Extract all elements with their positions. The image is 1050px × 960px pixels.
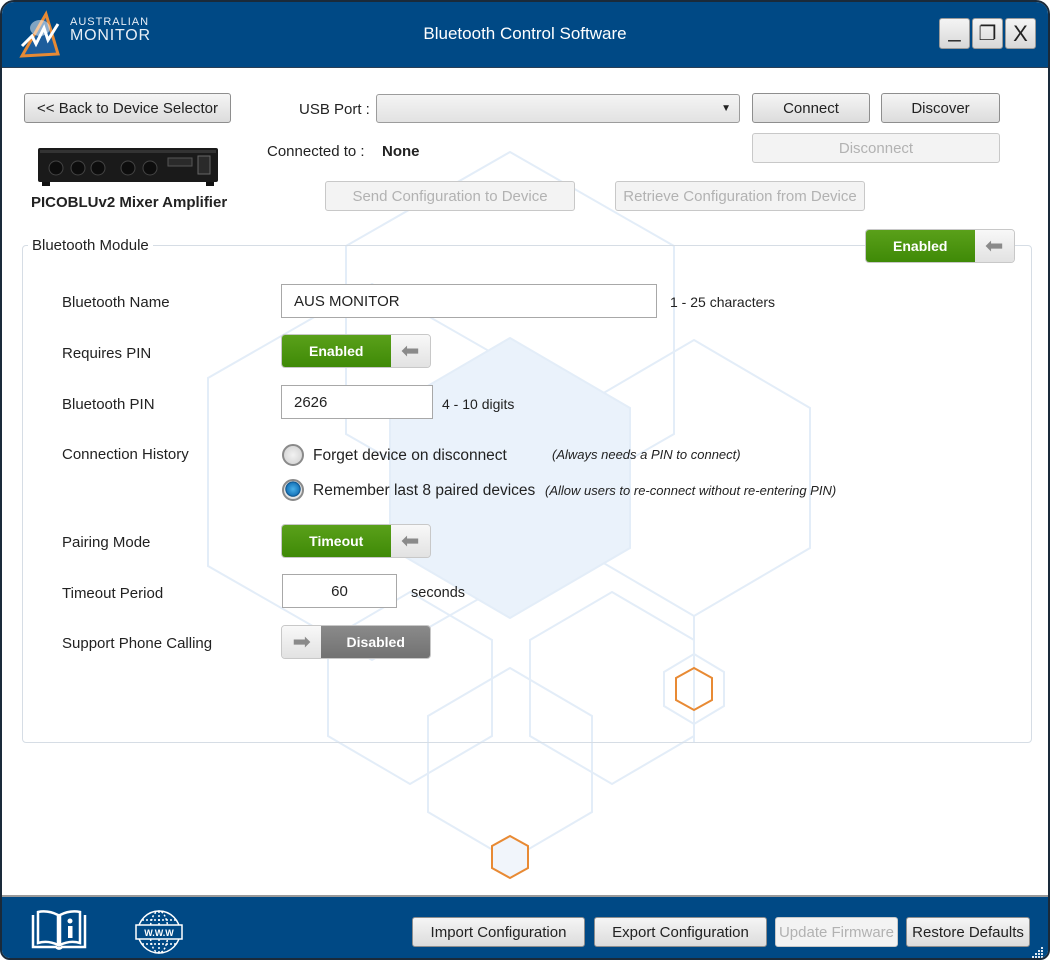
app-window: AUSTRALIAN MONITOR Bluetooth Control Sof… — [0, 0, 1050, 960]
retrieve-configuration-button[interactable]: Retrieve Configuration from Device — [615, 181, 865, 211]
arrow-left-icon: ⬅ — [390, 335, 430, 367]
connected-to-label: Connected to : — [267, 143, 365, 160]
toggle-state-label: Timeout — [282, 525, 391, 557]
phone-calling-label: Support Phone Calling — [62, 635, 213, 652]
close-button[interactable]: X — [1005, 18, 1036, 49]
title-bar: AUSTRALIAN MONITOR Bluetooth Control Sof… — [2, 2, 1048, 68]
bluetooth-module-title: Bluetooth Module — [28, 237, 153, 254]
connection-history-label: Connection History — [62, 446, 189, 463]
bluetooth-name-hint: 1 - 25 characters — [670, 294, 776, 310]
remember-devices-hint: (Allow users to re-connect without re-en… — [545, 483, 837, 498]
window-controls: _ ❐ X — [939, 16, 1036, 49]
minimize-button[interactable]: _ — [939, 16, 970, 49]
update-firmware-button[interactable]: Update Firmware — [775, 917, 898, 947]
arrow-left-icon: ⬅ — [974, 230, 1014, 262]
maximize-icon: ❐ — [978, 23, 997, 45]
connected-to-value: None — [382, 143, 420, 160]
export-configuration-button[interactable]: Export Configuration — [594, 917, 767, 947]
bluetooth-name-label: Bluetooth Name — [62, 294, 170, 311]
device-image — [38, 148, 218, 186]
bluetooth-name-input[interactable]: AUS MONITOR — [281, 284, 657, 318]
close-icon: X — [1013, 20, 1028, 46]
toggle-state-label: Enabled — [282, 335, 391, 367]
www-text: W.W.W — [144, 928, 174, 938]
bluetooth-pin-hint: 4 - 10 digits — [442, 396, 515, 412]
forget-device-radio[interactable] — [282, 444, 304, 466]
phone-calling-toggle[interactable]: ➡ Disabled — [281, 625, 431, 659]
timeout-period-input[interactable]: 60 — [282, 574, 397, 608]
restore-defaults-button[interactable]: Restore Defaults — [906, 917, 1030, 947]
toggle-state-label: Enabled — [866, 230, 975, 262]
bluetooth-pin-label: Bluetooth PIN — [62, 396, 155, 413]
footer-bar: W.W.W Import Configuration Export Config… — [2, 895, 1048, 958]
timeout-unit-label: seconds — [411, 585, 466, 601]
requires-pin-toggle[interactable]: Enabled ⬅ — [281, 334, 431, 368]
remember-devices-radio[interactable] — [282, 479, 304, 501]
usb-port-label: USB Port : — [299, 101, 370, 118]
back-to-device-selector-button[interactable]: << Back to Device Selector — [24, 93, 231, 123]
forget-device-hint: (Always needs a PIN to connect) — [552, 447, 741, 462]
resize-grip-icon[interactable] — [1032, 946, 1044, 958]
usb-port-dropdown[interactable]: ▼ — [376, 94, 740, 123]
disconnect-button[interactable]: Disconnect — [752, 133, 1000, 163]
chevron-down-icon: ▼ — [721, 103, 731, 114]
app-title: Bluetooth Control Software — [423, 24, 627, 43]
forget-device-label[interactable]: Forget device on disconnect — [313, 447, 507, 465]
manual-book-icon[interactable] — [30, 909, 88, 953]
arrow-right-icon: ➡ — [282, 626, 322, 658]
www-globe-icon[interactable]: W.W.W — [134, 909, 184, 955]
device-name: PICOBLUv2 Mixer Amplifier — [31, 194, 228, 211]
connect-button[interactable]: Connect — [752, 93, 870, 123]
maximize-button[interactable]: ❐ — [972, 18, 1003, 49]
timeout-period-label: Timeout Period — [62, 585, 164, 602]
pairing-mode-label: Pairing Mode — [62, 534, 151, 551]
orange-hex-accent — [491, 834, 529, 880]
pairing-mode-toggle[interactable]: Timeout ⬅ — [281, 524, 431, 558]
remember-devices-label[interactable]: Remember last 8 paired devices — [313, 482, 535, 500]
send-configuration-button[interactable]: Send Configuration to Device — [325, 181, 575, 211]
bluetooth-module-toggle[interactable]: Enabled ⬅ — [865, 229, 1015, 263]
import-configuration-button[interactable]: Import Configuration — [412, 917, 585, 947]
requires-pin-label: Requires PIN — [62, 345, 152, 362]
bluetooth-pin-input[interactable]: 2626 — [281, 385, 433, 419]
minimize-icon: _ — [948, 16, 961, 42]
discover-button[interactable]: Discover — [881, 93, 1000, 123]
toggle-state-label: Disabled — [321, 626, 430, 658]
arrow-left-icon: ⬅ — [390, 525, 430, 557]
